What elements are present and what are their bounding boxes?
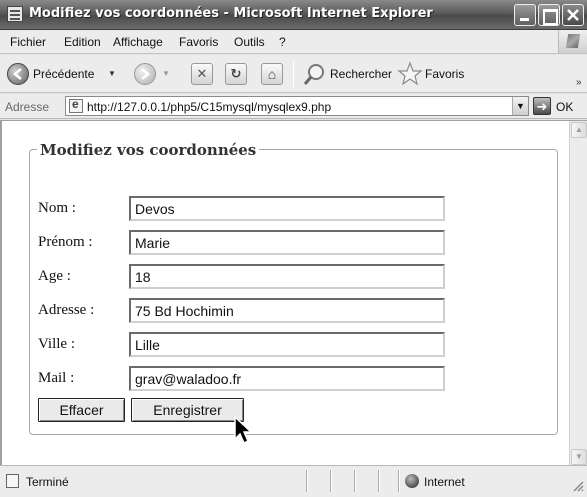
forward-dropdown-icon[interactable]: ▼ xyxy=(162,69,170,78)
label-nom: Nom : xyxy=(38,200,76,216)
label-prenom: Prénom : xyxy=(38,234,93,250)
status-separator xyxy=(378,470,380,492)
scroll-down-icon[interactable]: ▼ xyxy=(571,449,587,465)
status-text: Terminé xyxy=(26,475,69,489)
security-zone-text: Internet xyxy=(424,475,465,489)
go-arrow-icon[interactable]: ➜ xyxy=(533,97,551,115)
menu-fichier[interactable]: Fichier xyxy=(10,35,46,49)
forward-arrow-icon[interactable] xyxy=(134,63,156,85)
menu-help[interactable]: ? xyxy=(279,35,286,49)
menu-outils[interactable]: Outils xyxy=(234,35,265,49)
submit-button[interactable]: Enregistrer xyxy=(131,398,244,422)
search-button[interactable]: Rechercher xyxy=(330,67,392,81)
go-button[interactable]: OK xyxy=(556,100,573,114)
stop-icon[interactable]: ✕ xyxy=(191,63,213,85)
close-button[interactable] xyxy=(562,4,584,26)
mail-input[interactable] xyxy=(129,366,445,391)
label-mail: Mail : xyxy=(38,370,75,386)
toolbar: Précédente ▼ ▼ ✕ ↻ ⌂ Rechercher Favoris … xyxy=(0,55,587,93)
age-input[interactable] xyxy=(129,264,445,289)
menu-affichage[interactable]: Affichage xyxy=(113,35,163,49)
back-arrow-icon[interactable] xyxy=(7,63,29,85)
vertical-scrollbar[interactable]: ▲ ▼ xyxy=(569,121,587,466)
status-separator xyxy=(354,470,356,492)
home-icon[interactable]: ⌂ xyxy=(261,63,283,85)
label-age: Age : xyxy=(38,268,71,284)
reset-button[interactable]: Effacer xyxy=(38,398,125,422)
address-bar: Adresse http://127.0.0.1/php5/C15mysql/m… xyxy=(0,94,587,119)
title-bar[interactable]: Modifiez vos coordonnées - Microsoft Int… xyxy=(0,0,587,30)
toolbar-separator xyxy=(293,61,294,87)
browser-window: Modifiez vos coordonnées - Microsoft Int… xyxy=(0,0,587,497)
menu-favoris[interactable]: Favoris xyxy=(179,35,218,49)
toolbar-overflow-chevron-icon[interactable]: » xyxy=(576,77,582,88)
favorites-button[interactable]: Favoris xyxy=(425,67,464,81)
ville-input[interactable] xyxy=(129,332,445,357)
address-dropdown-icon[interactable]: ▼ xyxy=(512,97,528,115)
fieldset-legend: Modifiez vos coordonnées xyxy=(37,141,260,159)
status-page-icon xyxy=(6,474,19,488)
prenom-input[interactable] xyxy=(129,230,445,255)
address-input[interactable]: http://127.0.0.1/php5/C15mysql/mysqlex9.… xyxy=(65,96,529,116)
close-icon xyxy=(567,9,579,21)
status-separator xyxy=(398,470,400,492)
back-dropdown-icon[interactable]: ▼ xyxy=(108,69,116,78)
menu-edition[interactable]: Edition xyxy=(64,35,101,49)
back-button[interactable]: Précédente xyxy=(33,67,94,81)
page-document-icon xyxy=(7,6,23,22)
label-ville: Ville : xyxy=(38,336,76,352)
adresse-input[interactable] xyxy=(129,298,445,323)
menu-bar: Fichier Edition Affichage Favoris Outils… xyxy=(0,30,587,54)
windows-logo-icon xyxy=(558,30,587,53)
minimize-button[interactable] xyxy=(514,4,536,26)
nom-input[interactable] xyxy=(129,196,445,221)
address-label: Adresse xyxy=(5,100,50,114)
window-title: Modifiez vos coordonnées - Microsoft Int… xyxy=(29,6,433,21)
coordinates-fieldset xyxy=(29,149,558,435)
scroll-up-icon[interactable]: ▲ xyxy=(571,122,587,138)
page-icon xyxy=(69,97,83,113)
favorites-star-icon[interactable] xyxy=(397,61,423,90)
search-icon[interactable] xyxy=(303,62,327,89)
status-separator xyxy=(306,470,308,492)
label-adresse: Adresse : xyxy=(38,302,95,318)
maximize-button[interactable] xyxy=(538,4,560,26)
internet-globe-icon xyxy=(405,474,419,488)
status-separator xyxy=(330,470,332,492)
address-url[interactable]: http://127.0.0.1/php5/C15mysql/mysqlex9.… xyxy=(87,100,331,114)
resize-grip-icon[interactable] xyxy=(572,480,584,492)
status-bar: Terminé Internet xyxy=(0,465,587,497)
refresh-icon[interactable]: ↻ xyxy=(225,63,247,85)
mouse-pointer-icon xyxy=(233,415,255,450)
